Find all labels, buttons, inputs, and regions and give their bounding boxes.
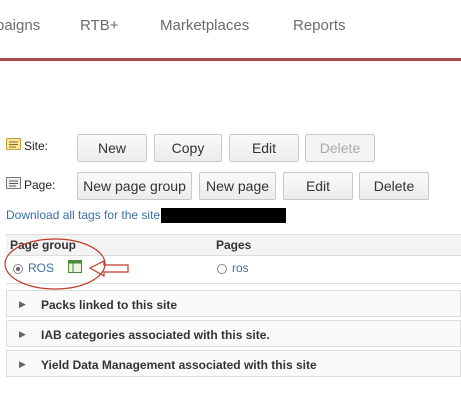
site-delete-button[interactable]: Delete bbox=[305, 134, 375, 162]
redacted-site-name bbox=[161, 208, 286, 223]
packs-accordion[interactable]: ▶ Packs linked to this site bbox=[6, 290, 461, 317]
site-icon bbox=[6, 138, 21, 153]
yield-data-accordion-label: Yield Data Management associated with th… bbox=[41, 358, 317, 372]
pages-column-header: Pages bbox=[216, 238, 252, 252]
site-new-button[interactable]: New bbox=[77, 134, 147, 162]
top-nav: paigns RTB+ Marketplaces Reports bbox=[0, 0, 461, 61]
site-edit-button[interactable]: Edit bbox=[229, 134, 299, 162]
annotation-circle bbox=[4, 238, 106, 290]
download-tags-link[interactable]: Download all tags for the site bbox=[6, 208, 160, 222]
annotation-overlay bbox=[4, 238, 129, 290]
page-radio[interactable] bbox=[217, 264, 227, 274]
iab-categories-accordion[interactable]: ▶ IAB categories associated with this si… bbox=[6, 320, 461, 347]
page-delete-button[interactable]: Delete bbox=[359, 172, 429, 200]
page-icon bbox=[6, 177, 21, 192]
site-label-text: Site: bbox=[24, 138, 49, 153]
page-ros-link[interactable]: ros bbox=[232, 261, 249, 275]
yield-data-accordion[interactable]: ▶ Yield Data Management associated with … bbox=[6, 350, 461, 377]
nav-marketplaces[interactable]: Marketplaces bbox=[160, 17, 249, 34]
expand-arrow-icon: ▶ bbox=[19, 329, 26, 339]
annotation-arrow bbox=[88, 260, 129, 278]
site-copy-button[interactable]: Copy bbox=[154, 134, 222, 162]
site-label: Site: bbox=[6, 138, 48, 153]
new-page-button[interactable]: New page bbox=[199, 172, 276, 200]
nav-campaigns[interactable]: paigns bbox=[0, 17, 40, 34]
nav-rtb-plus[interactable]: RTB+ bbox=[80, 17, 119, 34]
iab-categories-accordion-label: IAB categories associated with this site… bbox=[41, 328, 270, 342]
packs-accordion-label: Packs linked to this site bbox=[41, 298, 178, 312]
page-label: Page: bbox=[6, 177, 55, 192]
expand-arrow-icon: ▶ bbox=[19, 359, 26, 369]
page-edit-button[interactable]: Edit bbox=[283, 172, 353, 200]
nav-reports[interactable]: Reports bbox=[293, 17, 346, 34]
page-label-text: Page: bbox=[24, 177, 56, 192]
new-page-group-button[interactable]: New page group bbox=[77, 172, 192, 200]
expand-arrow-icon: ▶ bbox=[19, 299, 26, 309]
